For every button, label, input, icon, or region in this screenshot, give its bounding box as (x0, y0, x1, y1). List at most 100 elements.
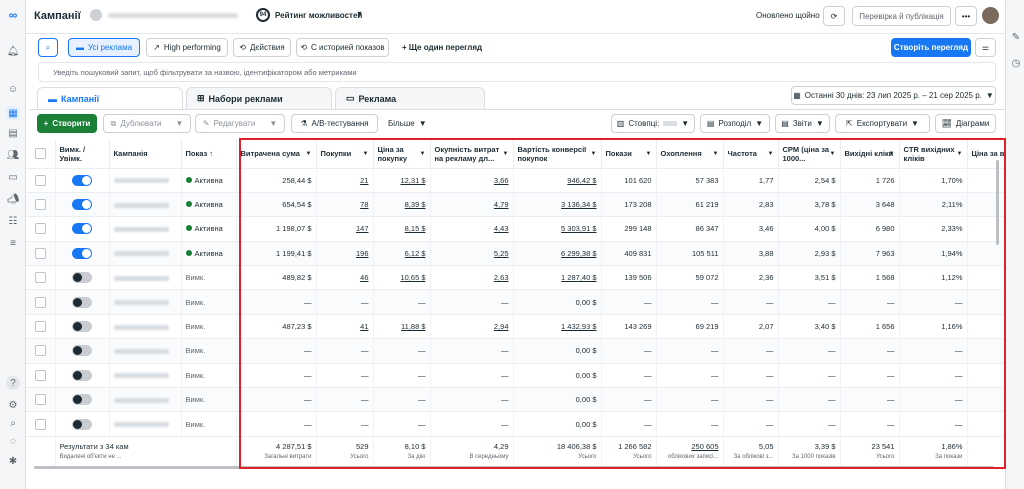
column-header[interactable]: Частота ▼ (723, 140, 779, 169)
campaign-toggle[interactable] (72, 418, 92, 430)
opportunity-score-label[interactable]: Рейтинг можливостей (275, 11, 362, 20)
toggle-cell[interactable] (55, 338, 110, 364)
opportunity-score-badge[interactable]: 94 (256, 8, 270, 22)
bell-icon[interactable]: ◌ (6, 434, 20, 448)
metric-value-cpp[interactable]: — (418, 395, 426, 404)
create-button[interactable]: + Створити (37, 114, 97, 133)
row-select-cell[interactable] (26, 338, 56, 364)
metric-value-purch[interactable]: 21 (360, 176, 368, 185)
column-header[interactable]: Ціна за покупку ▼ (373, 140, 431, 169)
table-row[interactable]: Вимк. — — — — 0,00 $ — — — — — — (26, 411, 1005, 437)
metric-value-cpp[interactable]: 8,15 $ (405, 224, 426, 233)
column-menu-caret-icon[interactable]: ▼ (363, 150, 369, 159)
column-menu-caret-icon[interactable]: ▼ (420, 150, 426, 159)
table-row[interactable]: Вимк. — — — — 0,00 $ — — — — — — (26, 363, 1005, 389)
row-select-cell[interactable] (26, 363, 56, 389)
menu-icon[interactable]: ≡ (6, 236, 20, 250)
campaign-name-cell[interactable] (109, 216, 182, 242)
metric-value-cpp[interactable]: — (418, 346, 426, 355)
edit-button[interactable]: ✎ Редагувати ▼ (195, 114, 285, 133)
row-select-cell[interactable] (26, 314, 56, 340)
metric-value-cpp[interactable]: 8,39 $ (405, 200, 426, 209)
metric-value-conv[interactable]: 0,00 $ (576, 420, 597, 429)
campaign-toggle[interactable] (72, 247, 92, 259)
metric-value-conv[interactable]: 1 287,40 $ (561, 273, 596, 282)
audience-icon[interactable]: 👥︎ (6, 148, 20, 162)
metric-value-roas[interactable]: 4,43 (494, 224, 509, 233)
metric-value-purch[interactable]: 78 (360, 200, 368, 209)
campaign-name-cell[interactable] (109, 363, 182, 389)
row-checkbox[interactable] (34, 296, 46, 308)
bug-icon[interactable]: ✱ (6, 454, 20, 468)
toggle-cell[interactable] (55, 265, 110, 291)
refresh-button[interactable]: ⟳ (823, 6, 845, 26)
metric-value-roas[interactable]: — (501, 298, 509, 307)
table-row[interactable]: Активна 258,44 $ 21 12,31 $ 3,66 946,42 $ 101 … (26, 168, 1005, 193)
row-select-cell[interactable] (26, 192, 56, 218)
view-actions[interactable]: ⟲ Дєйствия (233, 38, 291, 57)
column-menu-caret-icon[interactable]: ▼ (503, 150, 509, 159)
edit-pencil-icon[interactable]: ✎ (1009, 30, 1023, 44)
campaign-name-blurred[interactable] (113, 397, 169, 403)
metric-value-conv[interactable]: 3 136,34 $ (561, 200, 596, 209)
column-header[interactable]: Окупність витрат на рекламу дл... ▼ (430, 140, 514, 169)
campaign-name-blurred[interactable] (113, 251, 169, 257)
search-toggle-button[interactable]: ⌕ (38, 38, 58, 57)
toggle-cell[interactable] (55, 192, 110, 218)
select-all-checkbox[interactable] (34, 148, 46, 160)
column-header[interactable]: Охоплення ▼ (656, 140, 724, 169)
row-checkbox[interactable] (34, 223, 46, 235)
column-header[interactable]: Витрачена сума ▼ (236, 140, 317, 169)
row-checkbox[interactable] (34, 394, 46, 406)
campaign-name-blurred[interactable] (113, 275, 169, 281)
duplicate-button[interactable]: ⧉ Дублювати ▼ (103, 114, 191, 133)
campaign-name-blurred[interactable] (113, 226, 169, 232)
campaign-toggle[interactable] (72, 174, 92, 186)
horizontal-scrollbar[interactable] (34, 466, 994, 469)
metric-value-cpp[interactable]: — (418, 420, 426, 429)
select-all-header[interactable] (26, 140, 56, 169)
more-dropdown[interactable]: Більше ▼ (388, 119, 427, 128)
metric-value-cpp[interactable]: 10,65 $ (400, 273, 425, 282)
campaign-name-blurred[interactable] (113, 202, 169, 208)
row-checkbox[interactable] (34, 174, 46, 186)
create-view-button[interactable]: Створіть перегляд (891, 38, 971, 57)
vertical-scrollbar[interactable] (996, 160, 999, 245)
metric-value-purch[interactable]: — (361, 298, 369, 307)
column-header[interactable]: Вартість конверсії покупок ▼ (513, 140, 602, 169)
campaign-toggle[interactable] (72, 394, 92, 406)
toggle-cell[interactable] (55, 241, 110, 267)
row-checkbox[interactable] (34, 321, 46, 333)
row-select-cell[interactable] (26, 411, 56, 437)
campaign-toggle[interactable] (72, 369, 92, 381)
campaign-name-cell[interactable] (109, 338, 182, 364)
metric-value-roas[interactable]: 3,66 (494, 176, 509, 185)
table-row[interactable]: Вимк. — — — — 0,00 $ — — — — — — (26, 387, 1005, 413)
campaign-toggle[interactable] (72, 345, 92, 357)
metric-value-cpp[interactable]: 11,88 $ (401, 322, 425, 331)
metric-value-conv[interactable]: 0,00 $ (576, 371, 597, 380)
toggle-cell[interactable] (55, 411, 110, 437)
campaign-name-cell[interactable] (109, 289, 182, 315)
table-row[interactable]: Активна 654,54 $ 78 8,39 $ 4,79 3 136,34 $ 173… (26, 192, 1005, 218)
metric-value-cpp[interactable]: — (418, 371, 426, 380)
column-menu-caret-icon[interactable]: ▼ (306, 150, 312, 159)
campaign-name-blurred[interactable] (113, 324, 169, 330)
row-checkbox[interactable] (34, 345, 46, 357)
metric-value-roas[interactable]: 2,94 (494, 322, 509, 331)
account-avatar[interactable] (90, 9, 102, 21)
tab-ads[interactable]: ▭ Реклама (335, 87, 485, 109)
campaign-toggle[interactable] (72, 296, 92, 308)
metric-value-purch[interactable]: 46 (360, 273, 368, 282)
campaign-name-cell[interactable] (109, 314, 182, 340)
column-header[interactable]: Показ ↑ (181, 140, 237, 169)
campaign-toggle[interactable] (72, 223, 92, 235)
table-row[interactable]: Активна 1 199,41 $ 196 6,12 $ 5,25 6 299,38 $… (26, 241, 1005, 267)
metric-value-purch[interactable]: — (361, 420, 369, 429)
column-menu-caret-icon[interactable]: ▼ (768, 150, 774, 159)
metric-value-cpp[interactable]: 6,12 $ (405, 249, 426, 258)
row-select-cell[interactable] (26, 265, 56, 291)
row-checkbox[interactable] (34, 272, 46, 284)
tab-adsets[interactable]: ⊞ Набори реклами (186, 87, 332, 109)
table-row[interactable]: Вимк. 489,82 $ 46 10,65 $ 2,63 1 287,40 $ 139 … (26, 265, 1005, 291)
